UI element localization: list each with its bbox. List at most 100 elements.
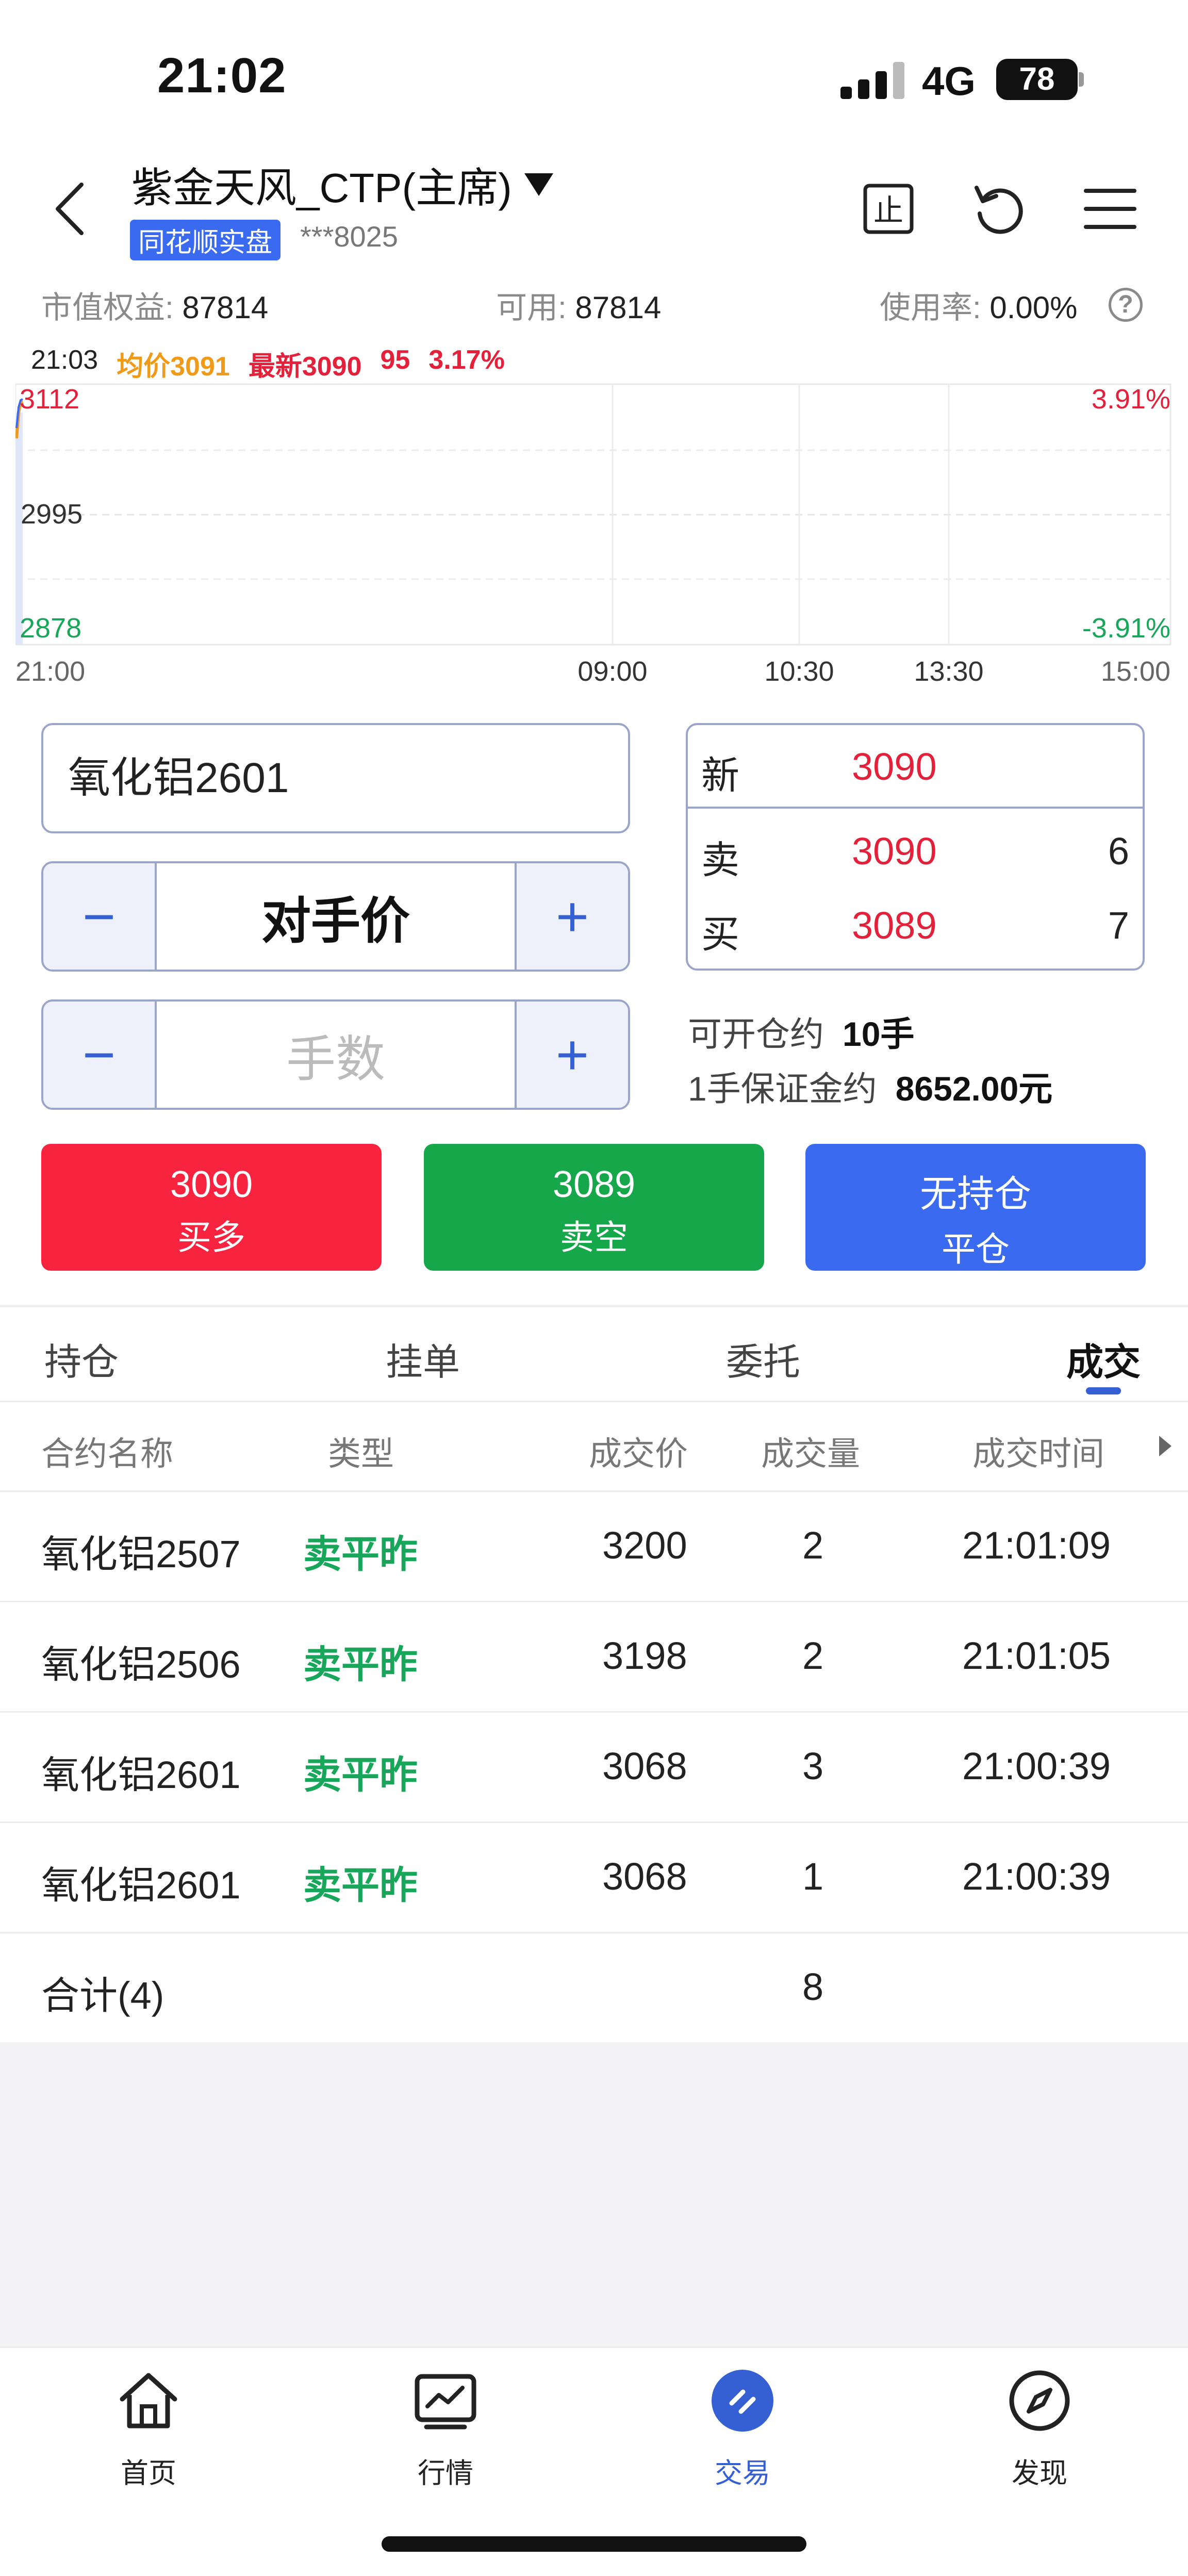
- close-label: 平仓: [942, 1230, 1010, 1268]
- status-time: 21:02: [157, 48, 287, 103]
- open-value: 10手: [843, 1015, 915, 1053]
- nav-market-label: 行情: [418, 2458, 473, 2489]
- trade-qty: 3: [802, 1745, 824, 1787]
- trade-time: 21:01:09: [962, 1524, 1111, 1567]
- margin-label: 1手保证金约: [688, 1070, 877, 1108]
- bid-volume: 7: [1108, 904, 1129, 947]
- price-plus-button[interactable]: +: [517, 863, 628, 970]
- trade-type: 卖平昨: [303, 1533, 418, 1576]
- col-header-qty: 成交量: [761, 1435, 860, 1472]
- chart-info: 21:03 均价3091 最新3090 95 3.17%: [31, 344, 505, 383]
- price-minus-button[interactable]: −: [43, 863, 155, 970]
- scroll-right-icon[interactable]: [1159, 1436, 1172, 1456]
- y-high-label: 3112: [20, 384, 79, 415]
- nav-discover[interactable]: 发现: [962, 2367, 1117, 2491]
- nav-market[interactable]: 行情: [368, 2367, 523, 2491]
- trade-name: 氧化铝2601: [41, 1864, 241, 1907]
- trade-type: 卖平昨: [303, 1864, 418, 1907]
- pct-high-label: 3.91%: [1092, 384, 1170, 415]
- latest-price: 最新3090: [248, 352, 362, 382]
- svg-text:止: 止: [873, 193, 903, 228]
- quantity-input[interactable]: 手数: [155, 1002, 517, 1108]
- signal-icon: [840, 62, 908, 99]
- contract-input[interactable]: 氧化铝2601: [41, 723, 630, 833]
- new-price: 3090: [852, 745, 937, 788]
- trade-name: 氧化铝2601: [41, 1753, 241, 1796]
- tab-divider: [0, 1401, 1188, 1402]
- trade-time: 21:00:39: [962, 1745, 1111, 1787]
- tab-orders[interactable]: 委托: [726, 1332, 800, 1386]
- buy-long-button[interactable]: 3090 买多: [41, 1144, 382, 1271]
- x-tick: 13:30: [914, 656, 983, 687]
- equity-label: 市值权益:: [41, 290, 174, 325]
- col-header-price: 成交价: [589, 1435, 688, 1472]
- nav-home-label: 首页: [121, 2458, 176, 2489]
- quantity-stepper: − 手数 +: [41, 999, 630, 1110]
- total-label: 合计(4): [41, 1974, 164, 2017]
- trade-name: 氧化铝2507: [41, 1533, 241, 1576]
- trade-time: 21:00:39: [962, 1855, 1111, 1898]
- usage-label: 使用率:: [880, 290, 981, 325]
- qty-plus-button[interactable]: +: [517, 1002, 628, 1108]
- row-divider: [0, 1490, 1188, 1492]
- help-icon[interactable]: ?: [1109, 288, 1143, 322]
- compass-icon: [1009, 2370, 1070, 2431]
- trade-type: 卖平昨: [303, 1753, 418, 1796]
- total-qty: 8: [802, 1965, 824, 2008]
- available-value: 87814: [575, 290, 662, 325]
- menu-icon[interactable]: [1082, 181, 1138, 237]
- equity-metric: 市值权益: 87814: [41, 283, 268, 327]
- tab-trades[interactable]: 成交: [1066, 1332, 1141, 1386]
- tab-positions[interactable]: 持仓: [44, 1332, 119, 1386]
- tab-pending[interactable]: 挂单: [386, 1332, 460, 1386]
- buy-label: 买多: [177, 1218, 245, 1256]
- y-low-label: 2878: [20, 613, 81, 644]
- x-tick: 15:00: [1101, 656, 1170, 687]
- margin-info: 1手保证金约 8652.00元: [688, 1061, 1052, 1111]
- battery-icon: 78: [996, 59, 1084, 100]
- chart-icon: [415, 2374, 476, 2430]
- close-status: 无持仓: [919, 1174, 1031, 1215]
- row-divider: [0, 1711, 1188, 1713]
- trade-qty: 2: [802, 1634, 824, 1677]
- nav-trade-label: 交易: [715, 2458, 770, 2489]
- account-selector[interactable]: 紫金天风_CTP(主席): [131, 155, 553, 215]
- stop-icon[interactable]: 止: [860, 181, 917, 237]
- buy-price: 3090: [170, 1164, 253, 1205]
- price-mode[interactable]: 对手价: [155, 863, 517, 970]
- close-position-button[interactable]: 无持仓 平仓: [805, 1144, 1146, 1271]
- refresh-icon[interactable]: [971, 181, 1028, 237]
- trade-price: 3198: [602, 1634, 687, 1677]
- nav-trade[interactable]: 交易: [665, 2367, 820, 2491]
- dropdown-triangle-icon: [524, 173, 553, 196]
- active-tab-indicator: [1086, 1387, 1121, 1394]
- battery-level: 78: [996, 59, 1078, 100]
- trade-icon: [712, 2370, 773, 2432]
- quote-panel[interactable]: 新 3090 卖 3090 6 买 3089 7: [686, 723, 1145, 971]
- trade-qty: 2: [802, 1524, 824, 1567]
- bid-label: 买: [701, 913, 739, 956]
- network-label: 4G: [922, 58, 976, 104]
- col-header-time: 成交时间: [972, 1435, 1104, 1472]
- change-pct: 3.17%: [428, 345, 505, 375]
- avg-price: 均价3091: [117, 352, 230, 382]
- usage-metric: 使用率: 0.00%: [880, 283, 1077, 327]
- intraday-chart[interactable]: 3112 2995 2878 3.91% -3.91% 21:00 09:00 …: [15, 382, 1176, 691]
- available-metric: 可用: 87814: [496, 283, 661, 327]
- x-tick: 21:00: [15, 656, 85, 687]
- row-divider: [0, 1932, 1188, 1933]
- sell-price: 3089: [552, 1164, 636, 1205]
- change-value: 95: [380, 345, 410, 375]
- x-tick: 10:30: [764, 656, 834, 687]
- sell-short-button[interactable]: 3089 卖空: [424, 1144, 764, 1271]
- pct-low-label: -3.91%: [1082, 613, 1170, 644]
- col-header-name: 合约名称: [41, 1435, 173, 1472]
- qty-minus-button[interactable]: −: [43, 1002, 155, 1108]
- chart-time: 21:03: [31, 345, 98, 375]
- home-indicator[interactable]: [382, 2536, 806, 2552]
- nav-home[interactable]: 首页: [71, 2367, 226, 2491]
- row-divider: [0, 1601, 1188, 1602]
- available-label: 可用:: [496, 290, 567, 325]
- back-icon[interactable]: [52, 181, 88, 237]
- ask-price: 3090: [852, 830, 937, 873]
